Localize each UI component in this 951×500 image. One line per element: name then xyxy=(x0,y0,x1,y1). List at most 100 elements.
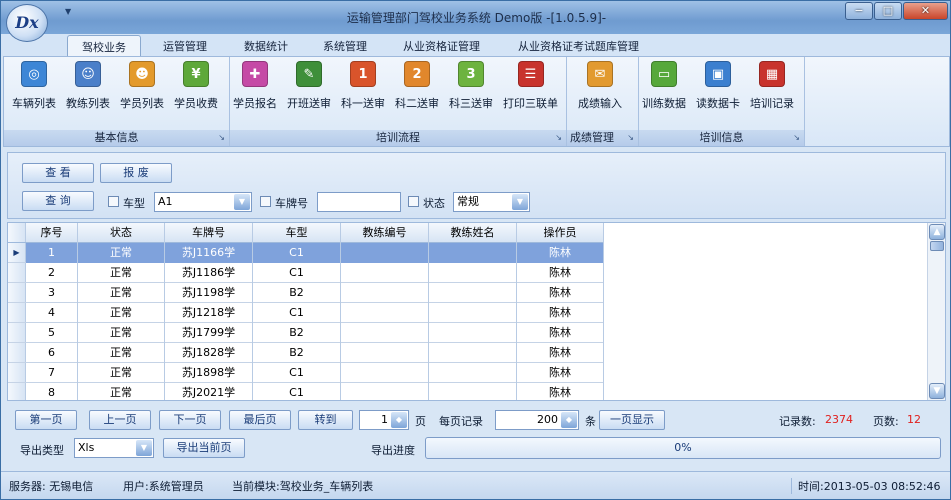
table-cell[interactable] xyxy=(341,243,429,263)
vehicle-list-button[interactable]: ◎ 车辆列表 xyxy=(12,61,56,111)
table-cell[interactable]: 苏J1898学 xyxy=(165,363,253,383)
table-cell[interactable]: 陈林 xyxy=(517,303,604,323)
coach-list-button[interactable]: ☺ 教练列表 xyxy=(66,61,110,111)
table-cell[interactable]: C1 xyxy=(253,263,341,283)
table-cell[interactable]: 3 xyxy=(26,283,78,303)
goto-button[interactable]: 转到 xyxy=(298,410,353,430)
subject2-review-button[interactable]: 2 科二送审 xyxy=(395,61,439,111)
class-review-button[interactable]: ✎ 开班送审 xyxy=(287,61,331,111)
discard-button[interactable]: 报 废 xyxy=(100,163,172,183)
table-cell[interactable]: 8 xyxy=(26,383,78,400)
training-data-button[interactable]: ▭ 训练数据 xyxy=(642,61,686,111)
table-cell[interactable]: 陈林 xyxy=(517,263,604,283)
tab-qualification-management[interactable]: 从业资格证管理 xyxy=(403,38,480,54)
row-selector[interactable] xyxy=(8,363,26,382)
group-launcher-icon[interactable]: ↘ xyxy=(218,130,225,146)
table-cell[interactable]: 苏J1186学 xyxy=(165,263,253,283)
view-button[interactable]: 查 看 xyxy=(22,163,94,183)
table-cell[interactable]: C1 xyxy=(253,363,341,383)
table-cell[interactable]: 正常 xyxy=(78,323,165,343)
print-triplicate-button[interactable]: ☰ 打印三联单 xyxy=(503,61,558,111)
student-list-button[interactable]: ☻ 学员列表 xyxy=(120,61,164,111)
plate-input[interactable] xyxy=(317,192,401,212)
table-cell[interactable] xyxy=(341,303,429,323)
maximize-button[interactable]: □ xyxy=(874,2,902,20)
table-cell[interactable] xyxy=(341,323,429,343)
table-cell[interactable]: C1 xyxy=(253,383,341,400)
table-cell[interactable]: 苏J1166学 xyxy=(165,243,253,263)
tab-statistics[interactable]: 数据统计 xyxy=(244,38,288,54)
column-header[interactable]: 操作员 xyxy=(517,223,604,243)
tab-system-management[interactable]: 系统管理 xyxy=(323,38,367,54)
group-launcher-icon[interactable]: ↘ xyxy=(555,130,562,146)
table-cell[interactable]: 陈林 xyxy=(517,323,604,343)
table-row[interactable]: 5 正常 苏J1799学 B2 陈林 xyxy=(8,323,604,343)
column-header[interactable]: 教练姓名 xyxy=(429,223,517,243)
table-cell[interactable]: C1 xyxy=(253,243,341,263)
read-card-button[interactable]: ▣ 读数据卡 xyxy=(696,61,740,111)
subject1-review-button[interactable]: 1 科一送审 xyxy=(341,61,385,111)
table-cell[interactable]: 苏J1218学 xyxy=(165,303,253,323)
app-logo-button[interactable]: Dx xyxy=(6,4,48,42)
table-cell[interactable]: 正常 xyxy=(78,303,165,323)
table-cell[interactable]: 正常 xyxy=(78,363,165,383)
table-cell[interactable]: B2 xyxy=(253,283,341,303)
row-selector[interactable] xyxy=(8,323,26,342)
stepper-icon[interactable]: ◆ xyxy=(391,412,407,428)
table-cell[interactable]: 苏J1828学 xyxy=(165,343,253,363)
prev-page-button[interactable]: 上一页 xyxy=(89,410,151,430)
query-button[interactable]: 查 询 xyxy=(22,191,94,211)
subject3-review-button[interactable]: 3 科三送审 xyxy=(449,61,493,111)
table-cell[interactable]: 苏J1198学 xyxy=(165,283,253,303)
row-selector[interactable] xyxy=(8,283,26,302)
table-row[interactable]: 2 正常 苏J1186学 C1 陈林 xyxy=(8,263,604,283)
row-selector[interactable] xyxy=(8,263,26,282)
column-header[interactable]: 状态 xyxy=(78,223,165,243)
table-row[interactable]: 8 正常 苏J2021学 C1 陈林 xyxy=(8,383,604,400)
column-header[interactable]: 序号 xyxy=(26,223,78,243)
table-cell[interactable] xyxy=(341,283,429,303)
scroll-up-icon[interactable]: ▲ xyxy=(929,224,945,240)
table-cell[interactable]: 2 xyxy=(26,263,78,283)
table-cell[interactable]: 陈林 xyxy=(517,343,604,363)
row-selector[interactable] xyxy=(8,303,26,322)
table-cell[interactable] xyxy=(341,383,429,400)
row-selector-icon[interactable]: ▶ xyxy=(8,243,26,262)
table-cell[interactable] xyxy=(429,263,517,283)
table-cell[interactable] xyxy=(341,343,429,363)
close-button[interactable]: ✕ xyxy=(903,2,948,20)
status-select[interactable]: 常规 ▼ xyxy=(453,192,530,212)
scroll-thumb[interactable] xyxy=(930,241,944,251)
tab-transport-management[interactable]: 运管管理 xyxy=(163,38,207,54)
student-fee-button[interactable]: ¥ 学员收费 xyxy=(174,61,218,111)
table-cell[interactable] xyxy=(429,303,517,323)
per-page-stepper[interactable]: 200 ◆ xyxy=(495,410,579,430)
vehicle-type-checkbox[interactable] xyxy=(108,196,119,207)
table-cell[interactable]: 苏J1799学 xyxy=(165,323,253,343)
table-row[interactable]: ▶ 1 正常 苏J1166学 C1 陈林 xyxy=(8,243,604,263)
minimize-button[interactable]: − xyxy=(845,2,873,20)
group-launcher-icon[interactable]: ↘ xyxy=(793,130,800,146)
table-cell[interactable] xyxy=(429,363,517,383)
table-cell[interactable]: 陈林 xyxy=(517,283,604,303)
table-row[interactable]: 4 正常 苏J1218学 C1 陈林 xyxy=(8,303,604,323)
plate-checkbox[interactable] xyxy=(260,196,271,207)
vehicle-type-select[interactable]: A1 ▼ xyxy=(154,192,252,212)
table-cell[interactable]: 陈林 xyxy=(517,243,604,263)
row-selector[interactable] xyxy=(8,343,26,362)
table-cell[interactable]: C1 xyxy=(253,303,341,323)
stepper-icon[interactable]: ◆ xyxy=(561,412,577,428)
training-records-button[interactable]: ▦ 培训记录 xyxy=(750,61,794,111)
table-cell[interactable]: 苏J2021学 xyxy=(165,383,253,400)
table-row[interactable]: 3 正常 苏J1198学 B2 陈林 xyxy=(8,283,604,303)
scroll-down-icon[interactable]: ▼ xyxy=(929,383,945,399)
status-checkbox[interactable] xyxy=(408,196,419,207)
export-current-page-button[interactable]: 导出当前页 xyxy=(163,438,245,458)
table-cell[interactable]: 正常 xyxy=(78,383,165,400)
tab-qualification-question-bank[interactable]: 从业资格证考试题库管理 xyxy=(518,38,639,54)
table-cell[interactable] xyxy=(429,343,517,363)
row-selector[interactable] xyxy=(8,383,26,400)
table-cell[interactable] xyxy=(429,243,517,263)
table-cell[interactable]: 7 xyxy=(26,363,78,383)
column-header[interactable]: 教练编号 xyxy=(341,223,429,243)
